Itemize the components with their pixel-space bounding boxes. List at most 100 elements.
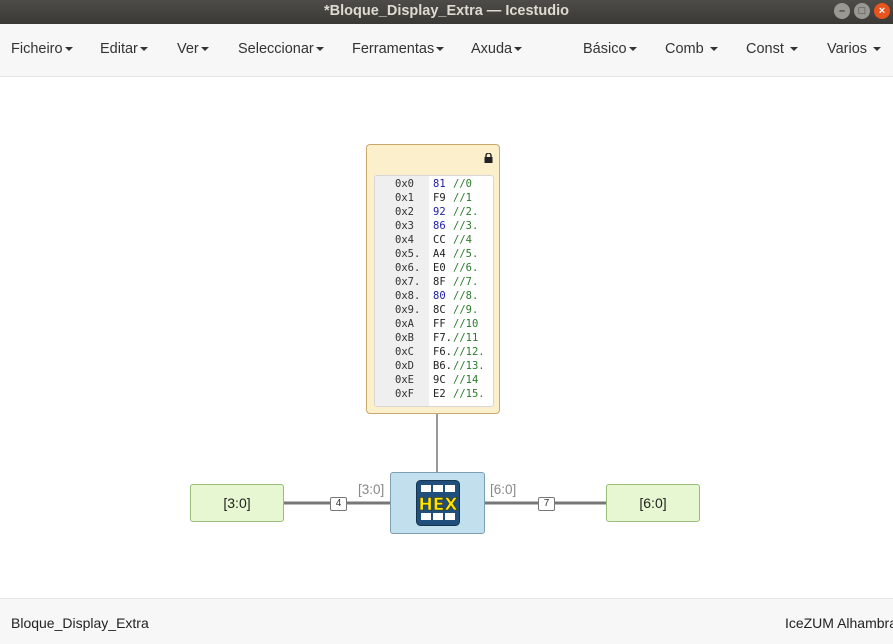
menu-const[interactable]: Const: [746, 41, 798, 57]
hex-decoder-block[interactable]: HEX: [390, 472, 485, 534]
memory-address: 0x7.: [395, 276, 421, 288]
menu-label: Const: [746, 41, 784, 57]
status-footer: Bloque_Display_Extra IceZUM Alhambra: [0, 598, 893, 644]
maximize-icon: □: [858, 5, 866, 17]
memory-address: 0xA: [395, 318, 414, 330]
memory-row[interactable]: 0x3 86 //3.: [375, 219, 493, 233]
menu-ver[interactable]: Ver: [177, 41, 209, 57]
caret-down-icon: [315, 47, 324, 52]
board-selector[interactable]: IceZUM Alhambra: [785, 615, 893, 631]
output-port-block[interactable]: [6:0]: [606, 484, 700, 522]
maximize-button[interactable]: □: [854, 3, 870, 19]
memory-address: 0x8.: [395, 290, 421, 302]
memory-row[interactable]: 0xE 9C //14: [375, 373, 493, 387]
menubar: Ficheiro Editar Ver Seleccionar Ferramen…: [0, 24, 893, 77]
memory-comment: //7.: [453, 276, 479, 288]
memory-comment: //0: [453, 178, 472, 190]
memory-value[interactable]: 8F: [433, 275, 446, 289]
memory-editor[interactable]: 0x0 81 //0 0x1 F9 //1 0x2 92 //2. 0x3 86 //3. 0x4 CC /…: [374, 175, 494, 407]
memory-comment: //15.: [453, 388, 485, 400]
minimize-button[interactable]: –: [834, 3, 850, 19]
memory-address: 0xF: [395, 388, 414, 400]
memory-row[interactable]: 0xD B6.//13.: [375, 359, 493, 373]
memory-comment: //11: [453, 332, 479, 344]
memory-row[interactable]: 0x8. 80 //8.: [375, 289, 493, 303]
close-icon: ×: [878, 5, 886, 17]
memory-value[interactable]: F9: [433, 191, 446, 205]
memory-comment: //5.: [453, 248, 479, 260]
memory-comment: //12.: [453, 346, 485, 358]
memory-value[interactable]: FF: [433, 317, 446, 331]
memory-address: 0x5.: [395, 248, 421, 260]
menu-comb[interactable]: Comb: [665, 41, 718, 57]
memory-value[interactable]: 8C: [433, 303, 446, 317]
memory-block[interactable]: 0x0 81 //0 0x1 F9 //1 0x2 92 //2. 0x3 86 //3. 0x4 CC /…: [366, 144, 500, 414]
memory-value[interactable]: 9C: [433, 373, 446, 387]
menu-basico[interactable]: Básico: [583, 41, 637, 57]
menu-ficheiro[interactable]: Ficheiro: [11, 41, 73, 57]
caret-down-icon: [200, 47, 209, 52]
memory-value[interactable]: 86: [433, 219, 446, 233]
menu-seleccionar[interactable]: Seleccionar: [238, 41, 324, 57]
memory-comment: //4: [453, 234, 472, 246]
memory-value[interactable]: A4: [433, 247, 446, 261]
memory-address: 0x0: [395, 178, 414, 190]
memory-row[interactable]: 0x4 CC //4: [375, 233, 493, 247]
memory-row[interactable]: 0xA FF //10: [375, 317, 493, 331]
memory-row[interactable]: 0x5. A4 //5.: [375, 247, 493, 261]
close-button[interactable]: ×: [874, 3, 890, 19]
memory-row[interactable]: 0x1 F9 //1: [375, 191, 493, 205]
memory-row[interactable]: 0x7. 8F //7.: [375, 275, 493, 289]
memory-comment: //13.: [453, 360, 485, 372]
menu-label: Ferramentas: [352, 41, 435, 57]
memory-row[interactable]: 0x9. 8C //9.: [375, 303, 493, 317]
memory-row[interactable]: 0x2 92 //2.: [375, 205, 493, 219]
memory-comment: //2.: [453, 206, 479, 218]
memory-row[interactable]: 0xC F6.//12.: [375, 345, 493, 359]
lock-icon[interactable]: [484, 153, 493, 163]
memory-value[interactable]: F7.: [433, 331, 452, 345]
menu-editar[interactable]: Editar: [100, 41, 148, 57]
minimize-icon: –: [838, 5, 846, 17]
menu-varios[interactable]: Varios: [827, 41, 882, 57]
output-port-label: [6:0]: [639, 495, 667, 511]
menu-axuda[interactable]: Axuda: [471, 41, 523, 57]
input-port-block[interactable]: [3:0]: [190, 484, 284, 522]
memory-value[interactable]: E2: [433, 387, 446, 401]
memory-address: 0xB: [395, 332, 414, 344]
caret-down-icon: [64, 47, 73, 52]
memory-comment: //10: [453, 318, 479, 330]
project-name: Bloque_Display_Extra: [11, 615, 149, 631]
memory-row[interactable]: 0x0 81 //0: [375, 177, 493, 191]
window-title: *Bloque_Display_Extra — Icestudio: [324, 3, 569, 19]
memory-comment: //14: [453, 374, 479, 386]
memory-value[interactable]: 81: [433, 177, 446, 191]
input-bus-width-badge: 4: [330, 497, 347, 511]
caret-down-icon: [789, 47, 798, 52]
menu-label: Varios: [827, 41, 868, 57]
menu-label: Básico: [583, 41, 627, 57]
memory-value[interactable]: 92: [433, 205, 446, 219]
memory-value[interactable]: F6.: [433, 345, 452, 359]
hex-display-icon: HEX: [416, 480, 460, 526]
memory-value[interactable]: 80: [433, 289, 446, 303]
memory-value[interactable]: E0: [433, 261, 446, 275]
menu-label: Ver: [177, 41, 199, 57]
input-port-label: [3:0]: [223, 495, 251, 511]
window-titlebar: *Bloque_Display_Extra — Icestudio – □ ×: [0, 0, 893, 24]
caret-down-icon: [436, 47, 445, 52]
memory-value[interactable]: B6.: [433, 359, 452, 373]
memory-row[interactable]: 0xF E2 //15.: [375, 387, 493, 401]
output-bus-width-badge: 7: [538, 497, 555, 511]
memory-address: 0x9.: [395, 304, 421, 316]
design-canvas[interactable]: 0x0 81 //0 0x1 F9 //1 0x2 92 //2. 0x3 86 //3. 0x4 CC /…: [0, 77, 893, 597]
memory-comment: //1: [453, 192, 472, 204]
memory-value[interactable]: CC: [433, 233, 446, 247]
caret-down-icon: [628, 47, 637, 52]
memory-address: 0xC: [395, 346, 414, 358]
caret-down-icon: [873, 47, 882, 52]
menu-ferramentas[interactable]: Ferramentas: [352, 41, 445, 57]
memory-row[interactable]: 0x6. E0 //6.: [375, 261, 493, 275]
caret-down-icon: [139, 47, 148, 52]
memory-row[interactable]: 0xB F7.//11: [375, 331, 493, 345]
